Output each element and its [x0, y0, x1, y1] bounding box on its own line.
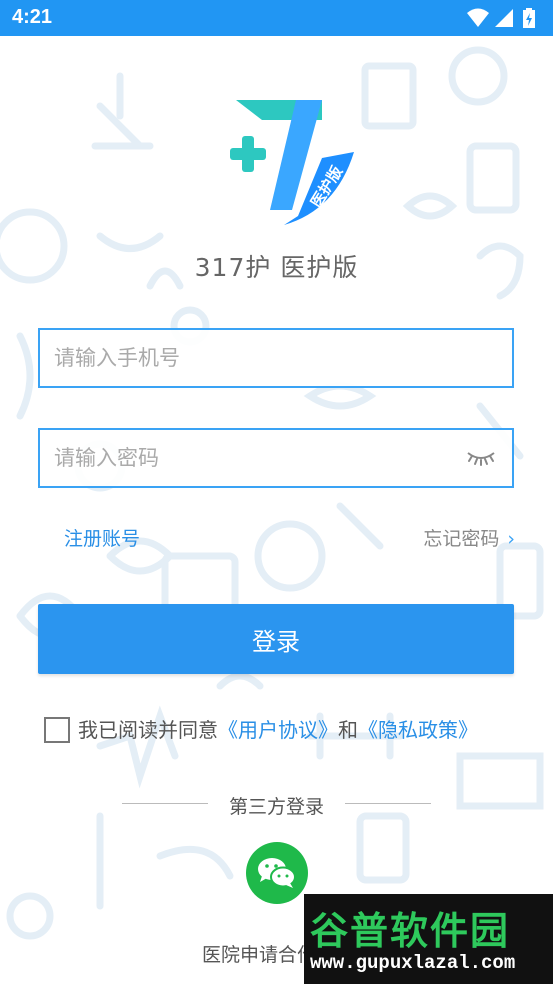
phone-input[interactable] — [40, 330, 454, 386]
wechat-icon — [258, 858, 296, 888]
watermark-title: 谷普软件园 — [310, 909, 511, 953]
plus-icon — [230, 136, 266, 172]
battery-charging-icon — [523, 8, 535, 28]
privacy-policy-link[interactable]: 《隐私政策》 — [358, 718, 478, 742]
hospital-cooperation-link[interactable]: 医院申请合作 — [202, 940, 316, 967]
chevron-right-icon: › — [507, 528, 515, 550]
wifi-icon — [467, 8, 489, 27]
password-input[interactable] — [40, 430, 454, 486]
user-agreement-link[interactable]: 《用户协议》 — [218, 718, 338, 742]
forgot-password-link[interactable]: 忘记密码 › — [423, 524, 515, 551]
watermark: 谷普软件园 www.gupuxlazal.com — [304, 894, 553, 984]
signal-icon — [495, 9, 513, 27]
agreement-text: 我已阅读并同意《用户协议》和《隐私政策》 — [78, 714, 478, 743]
wechat-login-button[interactable] — [246, 842, 308, 904]
agreement-and: 和 — [338, 718, 358, 742]
third-party-login-label: 第三方登录 — [228, 796, 324, 818]
login-button[interactable]: 登录 — [38, 604, 514, 674]
status-bar: 4:21 — [0, 0, 553, 36]
app-title: 317护 医护版 — [194, 253, 359, 282]
app-logo: 医护版 — [230, 100, 354, 225]
agreement-prefix: 我已阅读并同意 — [78, 718, 218, 742]
eye-closed-icon[interactable] — [466, 447, 496, 471]
divider-right — [345, 803, 431, 804]
register-link[interactable]: 注册账号 — [64, 524, 140, 551]
password-field[interactable] — [38, 428, 514, 488]
forgot-password-label: 忘记密码 — [423, 528, 500, 550]
watermark-url: www.gupuxlazal.com — [310, 952, 516, 974]
agree-checkbox[interactable] — [44, 717, 70, 743]
phone-field[interactable] — [38, 328, 514, 388]
status-icons — [465, 7, 543, 33]
status-time: 4:21 — [12, 6, 53, 28]
